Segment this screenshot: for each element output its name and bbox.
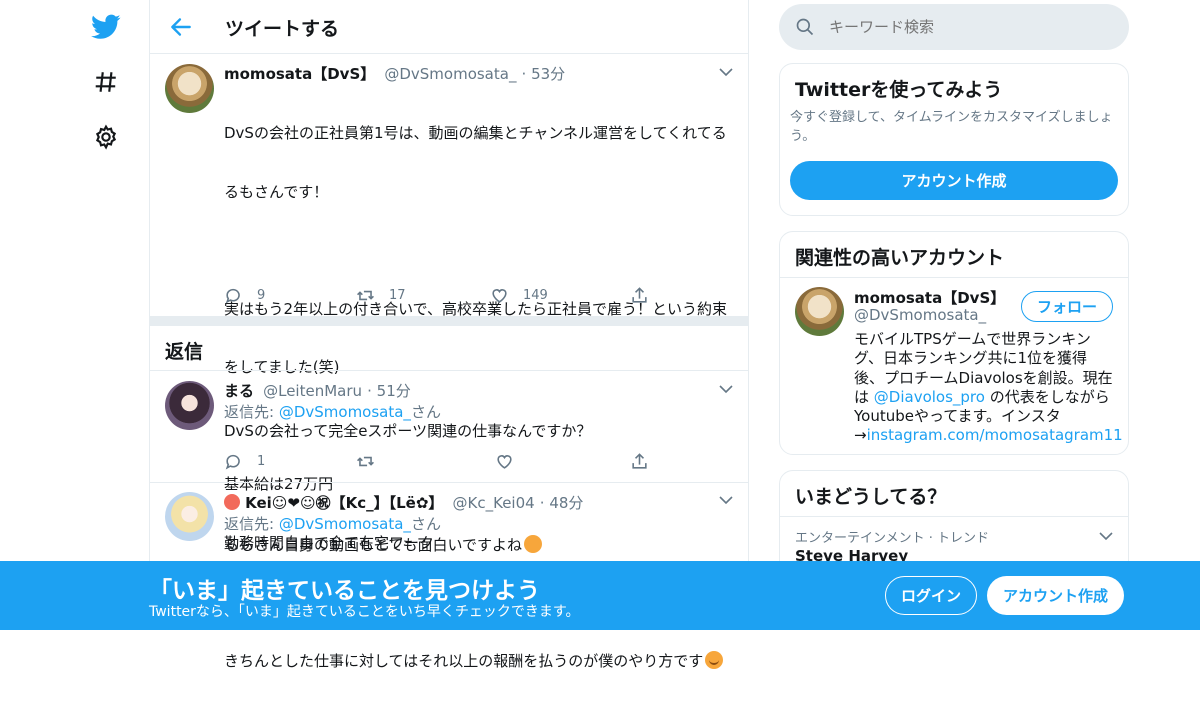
share-icon — [632, 453, 647, 469]
banner-subtitle: Twitterなら、「いま」起きていることをいち早くチェックできます。 — [149, 604, 580, 620]
author-name[interactable]: まる — [224, 382, 254, 400]
tweet-time[interactable]: 51分 — [377, 382, 411, 400]
reply-to-link[interactable]: @DvSmomosata_ — [279, 403, 411, 421]
tweet-header: まる @LeitenMaru · 51分 — [224, 382, 411, 400]
reply-to-link[interactable]: @DvSmomosata_ — [279, 515, 411, 533]
create-account-button[interactable]: アカウント作成 — [987, 576, 1124, 615]
tweet-text: DvSの会社って完全eスポーツ関連の仕事なんですか？ — [224, 422, 592, 440]
card-title: いまどうしてる？ — [795, 486, 947, 508]
avatar[interactable] — [165, 381, 214, 430]
reply-count: 1 — [257, 454, 266, 469]
arrow-left-icon[interactable] — [168, 14, 194, 40]
page-header: ツイートする — [150, 0, 748, 54]
related-accounts-card: 関連性の高いアカウント momosata【DvS】 @DvSmomosata_ … — [779, 231, 1129, 455]
reply-to: 返信先: @DvSmomosata_さん — [224, 403, 441, 421]
share-icon — [632, 287, 647, 303]
chevron-down-icon[interactable] — [718, 381, 734, 397]
page-title: ツイートする — [225, 18, 340, 40]
main-column: ツイートする momosata【DvS】 @DvSmomosata_ · 53分… — [149, 0, 749, 670]
tweet-line: DvSの会社の正社員第1号は、動画の編集とチャンネル運営をしてくれてる — [224, 124, 727, 142]
avatar[interactable] — [795, 287, 844, 336]
avatar[interactable] — [165, 64, 214, 113]
signup-banner: 「いま」起きていることを見つけよう Twitterなら、「いま」起きていることを… — [0, 561, 1200, 630]
banner-title: 「いま」起きていることを見つけよう — [149, 578, 540, 604]
bio-link[interactable]: instagram.com/momosatagram11 — [867, 426, 1123, 444]
twitter-bird-icon[interactable] — [90, 11, 122, 43]
replies-heading: 返信 — [165, 341, 204, 363]
search-box[interactable] — [779, 4, 1129, 50]
divider — [150, 370, 748, 371]
follow-button[interactable]: フォロー — [1021, 291, 1113, 322]
share-button[interactable] — [630, 286, 663, 305]
divider — [780, 277, 1128, 278]
like-button[interactable] — [495, 452, 528, 471]
gear-icon[interactable] — [90, 121, 122, 153]
create-account-button[interactable]: アカウント作成 — [790, 161, 1118, 200]
author-name[interactable]: momosata【DvS】 — [224, 65, 375, 83]
heart-icon — [497, 455, 512, 469]
tweet-header: Kei☺❤☺㊗【Kc_】【Lё✿】 @Kc_Kei04 · 48分 — [224, 492, 583, 513]
tweet-text: るもさん自身の動画もとても面白いですよね — [224, 535, 543, 556]
reply-icon — [225, 288, 240, 304]
reply-to: 返信先: @DvSmomosata_さん — [224, 515, 441, 533]
account-bio: モバイルTPSゲームで世界ランキング、日本ランキング共に1位を獲得後、プロチーム… — [854, 330, 1123, 445]
search-icon — [796, 18, 814, 36]
author-handle[interactable]: @Kc_Kei04 — [453, 494, 535, 512]
author-handle[interactable]: @DvSmomosata_ — [384, 65, 516, 83]
signup-card: Twitterを使ってみよう 今すぐ登録して、タイムラインをカスタマイズしましょ… — [779, 63, 1129, 216]
tweet-time[interactable]: 48分 — [549, 494, 583, 512]
reply-count: 9 — [257, 288, 266, 303]
retweet-icon — [357, 456, 374, 467]
heart-icon — [492, 289, 507, 303]
tweet-header: momosata【DvS】 @DvSmomosata_ · 53分 — [224, 65, 566, 83]
divider — [780, 516, 1128, 517]
smile-emoji-icon — [705, 650, 724, 669]
retweet-icon — [357, 290, 374, 301]
tweet-line: をしてました(笑) — [224, 358, 340, 376]
share-button[interactable] — [630, 452, 663, 471]
account-handle[interactable]: @DvSmomosata_ — [854, 306, 986, 324]
smile-emoji-icon — [524, 535, 543, 553]
tweet-time[interactable]: 53分 — [531, 65, 565, 83]
divider — [150, 316, 748, 326]
chevron-down-icon[interactable] — [718, 492, 734, 508]
tweet-line: るもさんです！ — [224, 182, 329, 201]
chevron-down-icon[interactable] — [1098, 528, 1114, 544]
chevron-down-icon[interactable] — [718, 64, 734, 80]
retweet-button[interactable] — [356, 452, 389, 471]
trend-category: エンターテインメント · トレンド — [795, 531, 990, 546]
author-name[interactable]: Kei☺❤☺㊗【Kc_】【Lё✿】 — [245, 494, 443, 512]
like-button[interactable]: 149 — [490, 286, 548, 305]
retweet-count: 17 — [389, 288, 406, 303]
peach-emoji-icon — [224, 494, 240, 510]
tweet-line: きちんとした仕事に対してはそれ以上の報酬を払うのが僕のやり方です — [224, 651, 704, 670]
card-title: Twitterを使ってみよう — [795, 79, 1003, 101]
card-description: 今すぐ登録して、タイムラインをカスタマイズしましょう。 — [790, 110, 1113, 144]
reply-button[interactable]: 9 — [224, 286, 265, 305]
search-input[interactable] — [829, 12, 1109, 42]
login-button[interactable]: ログイン — [885, 576, 977, 615]
reply-button[interactable]: 1 — [224, 452, 265, 471]
reply-icon — [225, 454, 240, 470]
account-name[interactable]: momosata【DvS】 — [854, 287, 1005, 308]
hashtag-icon[interactable] — [90, 66, 122, 98]
like-count: 149 — [523, 288, 548, 303]
retweet-button[interactable]: 17 — [356, 286, 406, 305]
author-handle[interactable]: @LeitenMaru — [263, 382, 362, 400]
avatar[interactable] — [165, 492, 214, 541]
bio-link[interactable]: @Diavolos_pro — [874, 388, 985, 406]
card-title: 関連性の高いアカウント — [795, 247, 1005, 269]
divider — [150, 482, 748, 483]
